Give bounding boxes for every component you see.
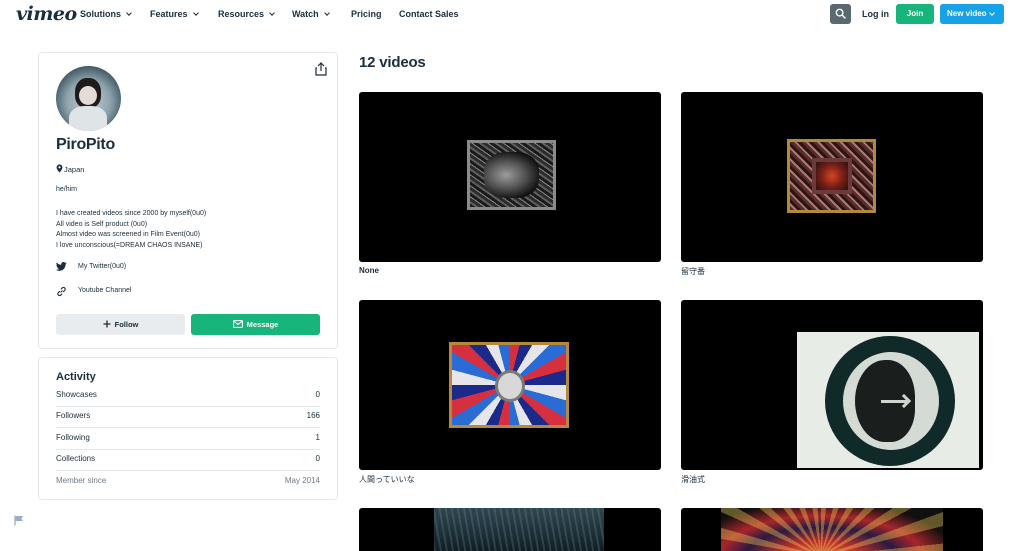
nav-solutions[interactable]: Solutions (80, 9, 132, 19)
activity-row-following[interactable]: Following 1 (56, 428, 320, 450)
vimeo-logo[interactable]: vimeo (16, 3, 77, 25)
twitter-icon (56, 262, 67, 271)
plus-icon (103, 320, 111, 328)
message-button[interactable]: Message (191, 314, 320, 335)
avatar (56, 66, 121, 131)
activity-title: Activity (56, 371, 96, 383)
chevron-down-icon (269, 10, 275, 16)
flag-icon[interactable] (14, 515, 24, 526)
video-thumbnail[interactable] (681, 92, 983, 262)
profile-bio: I have created videos since 2000 by myse… (56, 210, 207, 249)
chevron-down-icon (323, 10, 330, 16)
profile-card: PiroPito Japan he/him I have created vid… (38, 52, 338, 349)
join-button[interactable]: Join (896, 4, 934, 24)
top-navigation: vimeo Solutions Features Resources Watch… (0, 0, 1020, 28)
search-icon (835, 8, 846, 19)
nav-resources[interactable]: Resources (218, 9, 275, 19)
envelope-icon (232, 320, 243, 328)
video-title[interactable]: 人間っていいな (359, 474, 415, 485)
video-thumbnail[interactable] (359, 300, 661, 470)
video-thumbnail[interactable] (359, 92, 661, 262)
activity-row-collections[interactable]: Collections 0 (56, 449, 320, 471)
video-thumbnail[interactable] (681, 508, 983, 551)
nav-pricing[interactable]: Pricing (351, 9, 382, 19)
video-title[interactable]: 留守番 (681, 266, 705, 277)
follow-button[interactable]: Follow (56, 314, 185, 335)
activity-card: Activity Showcases 0 Followers 166 Follo… (38, 357, 338, 500)
chevron-down-icon (989, 10, 995, 16)
profile-name: PiroPito (56, 136, 115, 153)
profile-location: Japan (56, 163, 84, 174)
share-icon[interactable] (315, 62, 327, 76)
location-pin-icon (56, 164, 63, 173)
video-thumbnail[interactable] (681, 300, 983, 470)
activity-row-showcases[interactable]: Showcases 0 (56, 385, 320, 407)
activity-row-member-since: Member since May 2014 (56, 476, 320, 485)
nav-watch[interactable]: Watch (292, 9, 330, 19)
nav-contact-sales[interactable]: Contact Sales (399, 9, 459, 19)
link-icon (57, 286, 66, 297)
profile-pronouns: he/him (56, 186, 78, 193)
video-thumbnail[interactable] (359, 508, 661, 551)
search-button[interactable] (830, 4, 851, 24)
nav-features[interactable]: Features (150, 9, 199, 19)
video-title[interactable]: None (359, 266, 379, 275)
login-link[interactable]: Log in (862, 9, 889, 19)
videos-count-title: 12 videos (359, 54, 426, 71)
chevron-down-icon (126, 10, 132, 16)
chevron-down-icon (192, 10, 199, 16)
new-video-button[interactable]: New video (940, 4, 1004, 24)
video-title[interactable]: 滑油式 (681, 474, 705, 485)
activity-row-followers[interactable]: Followers 166 (56, 406, 320, 428)
